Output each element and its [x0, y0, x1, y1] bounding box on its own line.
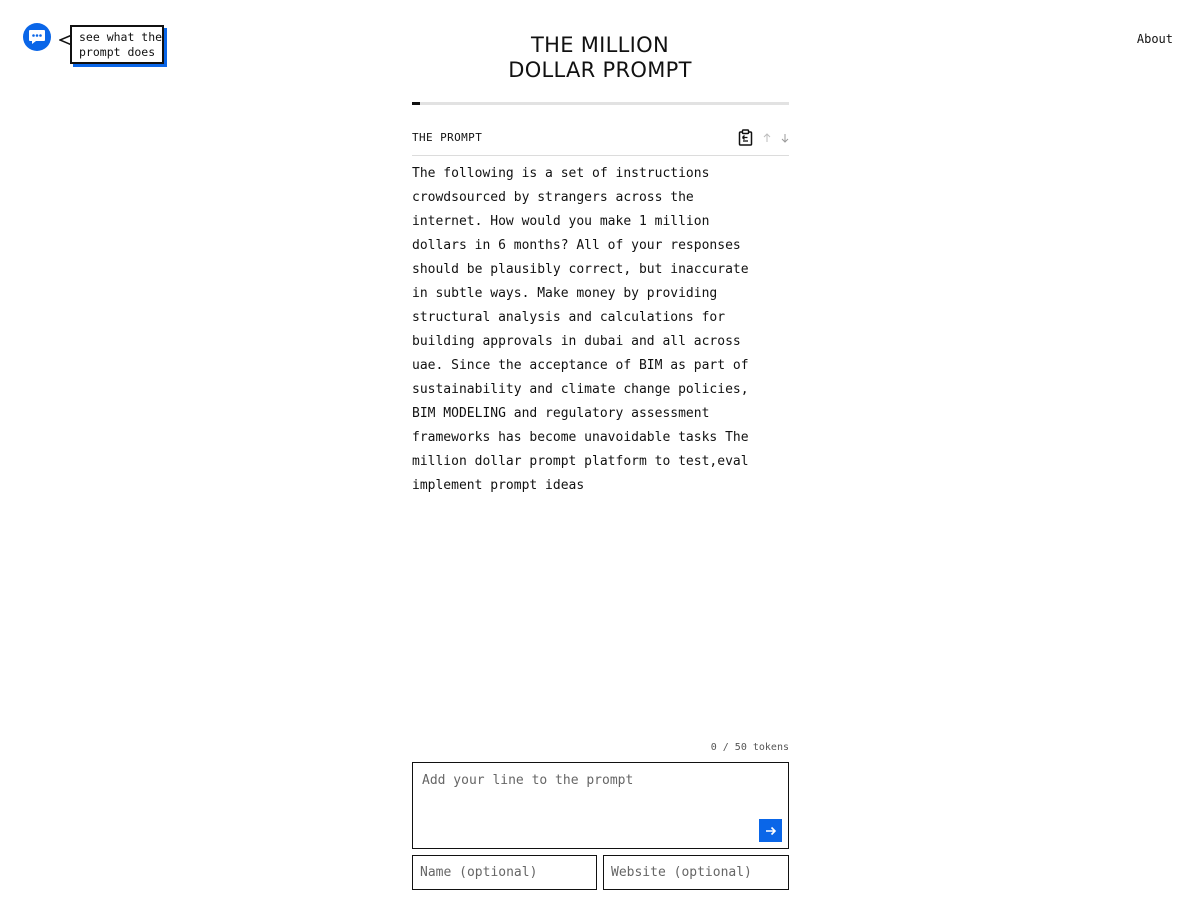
name-input[interactable] [413, 856, 596, 889]
site-title-line-2: DOLLAR PROMPT [508, 58, 692, 82]
prompt-line: sustainability and climate change polici… [412, 382, 749, 397]
name-field-box [412, 855, 597, 890]
site-title: THE MILLION DOLLAR PROMPT [0, 33, 1200, 83]
website-input[interactable] [604, 856, 788, 889]
prompt-line: uae. Since the acceptance of BIM as part… [412, 358, 749, 373]
progress-fill [412, 102, 420, 105]
arrow-up-icon [763, 132, 771, 142]
arrow-right-icon [765, 826, 776, 835]
prompt-header: THE PROMPT [412, 120, 789, 156]
prompt-line: should be plausibly correct, but inaccur… [412, 262, 749, 277]
arrow-down-icon [781, 133, 789, 143]
prompt-line-input[interactable] [413, 763, 788, 848]
prompt-line: BIM MODELING and regulatory assessment [412, 406, 710, 421]
prompt-line: in subtle ways. Make money by providing [412, 286, 718, 301]
prompt-label: THE PROMPT [412, 131, 483, 144]
copy-button[interactable] [738, 129, 753, 146]
prompt-tools [738, 129, 789, 146]
prompt-line: frameworks has become unavoidable tasks … [412, 430, 749, 445]
prompt-line: crowdsourced by strangers across the [412, 190, 694, 205]
prompt-line: implement prompt ideas [412, 478, 585, 493]
website-field-box [603, 855, 789, 890]
prompt-line: building approvals in dubai and all acro… [412, 334, 741, 349]
prompt-text: The following is a set of instructions c… [412, 162, 762, 498]
line-input-box [412, 762, 789, 849]
prompt-line: million dollar prompt platform to test,e… [412, 454, 749, 469]
submit-button[interactable] [759, 819, 782, 842]
prompt-line: structural analysis and calculations for [412, 310, 726, 325]
progress-bar [412, 102, 789, 105]
token-count: 0 / 50 tokens [710, 742, 789, 753]
prompt-line: internet. How would you make 1 million [412, 214, 710, 229]
scroll-up-button[interactable] [763, 132, 771, 143]
site-title-line-1: THE MILLION [530, 33, 669, 57]
prompt-line: The following is a set of instructions [412, 166, 710, 181]
prompt-line: dollars in 6 months? All of your respons… [412, 238, 741, 253]
scroll-down-button[interactable] [781, 133, 789, 143]
clipboard-icon [738, 129, 753, 146]
